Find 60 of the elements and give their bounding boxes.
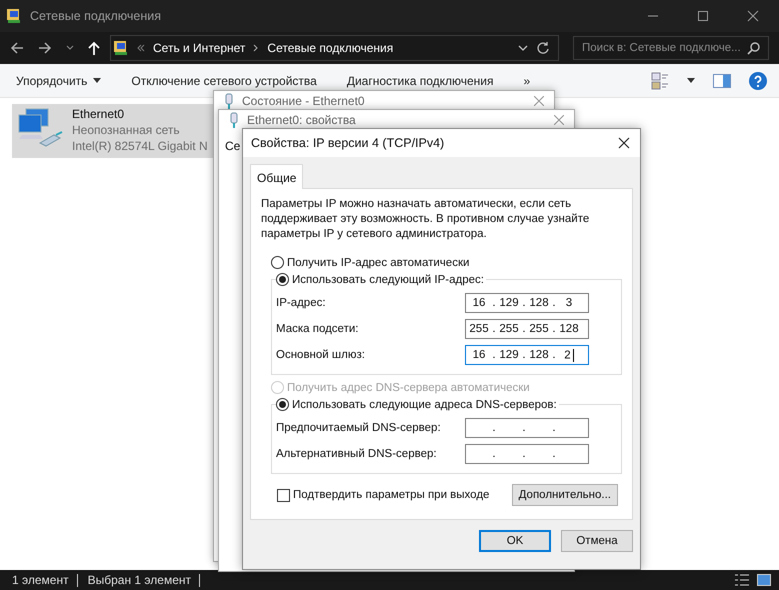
advanced-button[interactable]: Дополнительно...: [512, 484, 618, 506]
radio-option[interactable]: Получить IP-адрес автоматически: [271, 256, 470, 269]
ip-address-field[interactable]: 16 . 129 . 128 . 3: [465, 293, 589, 313]
chevron-down-icon[interactable]: [66, 45, 74, 51]
tab[interactable]: Се: [225, 139, 240, 153]
command-button[interactable]: Диагностика подключения: [346, 74, 494, 88]
caret-icon: [93, 78, 102, 83]
ip-address-field[interactable]: 16 . 129 . 128 . 2: [465, 345, 589, 365]
radio-option[interactable]: Использовать следующий IP-адрес:: [276, 273, 486, 286]
network-folder-icon: [113, 40, 129, 56]
field-label: Основной шлюз:: [276, 349, 365, 361]
intro-text: Параметры IP можно назначать автоматически, если сеть поддерживает эту возможность. В противном случае узнайте параметры IP у сетевого администратора.: [261, 197, 590, 242]
ok-button[interactable]: OK: [479, 530, 551, 552]
chevron-down-icon[interactable]: [518, 45, 528, 51]
back-arrow-icon[interactable]: [10, 41, 24, 55]
double-chevron-icon: [137, 44, 145, 52]
network-adapter-item[interactable]: Ethernet0 Неопознанная сеть Intel(R) 82574L Gigabit N: [12, 104, 216, 158]
refresh-icon[interactable]: [536, 41, 550, 55]
search-icon: [747, 42, 760, 54]
field-label: Предпочитаемый DNS-сервер:: [276, 422, 441, 434]
view-options-icon[interactable]: [651, 72, 669, 90]
ip-address-field[interactable]: . . .: [465, 444, 589, 464]
address-bar[interactable]: Сеть и Интернет Сетевые подключения: [110, 35, 559, 61]
command-button[interactable]: »: [524, 74, 530, 88]
dialog-title: Свойства: IP версии 4 (TCP/IPv4): [251, 136, 444, 150]
network-cable-icon: [229, 112, 239, 128]
cancel-button[interactable]: Отмена: [561, 530, 633, 552]
dialog-title: Состояние - Ethernet0: [242, 94, 365, 108]
network-cable-icon: [224, 92, 234, 108]
network-folder-icon: [6, 8, 22, 24]
chevron-right-icon: [253, 44, 260, 52]
field-label: IP-адрес:: [276, 297, 326, 309]
help-icon[interactable]: [749, 72, 767, 90]
forward-arrow-icon[interactable]: [38, 41, 52, 55]
ip-address-field[interactable]: 255 . 255 . 255 . 128: [465, 319, 589, 339]
organize-menu[interactable]: Упорядочить: [16, 74, 102, 88]
up-arrow-icon[interactable]: [88, 41, 100, 55]
breadcrumb[interactable]: Сеть и Интернет: [153, 41, 246, 55]
window-title: Сетевые подключения: [30, 9, 162, 23]
status-text: 1 элемент: [12, 573, 69, 587]
radio-option[interactable]: Использовать следующие адреса DNS-серверов:: [276, 398, 559, 411]
close-icon[interactable]: [747, 10, 759, 22]
validate-checkbox[interactable]: Подтвердить параметры при выходе: [277, 488, 490, 502]
breadcrumb[interactable]: Сетевые подключения: [267, 41, 394, 55]
details-view-icon[interactable]: [735, 574, 749, 586]
adapter-description: Intel(R) 82574L Gigabit N: [72, 139, 208, 153]
field-label: Маска подсети:: [276, 323, 358, 335]
search-field[interactable]: Поиск в: Сетевые подключе...: [573, 36, 769, 60]
close-icon[interactable]: [618, 137, 630, 149]
preview-pane-icon[interactable]: [713, 74, 731, 88]
dialog-title: Ethernet0: свойства: [247, 112, 356, 126]
tab[interactable]: Общие: [250, 164, 304, 189]
caret-icon[interactable]: [687, 78, 695, 83]
status-text: Выбран 1 элемент: [88, 573, 191, 587]
maximize-icon[interactable]: [697, 10, 709, 22]
field-label: Альтернативный DNS-сервер:: [276, 448, 437, 460]
command-button[interactable]: Отключение сетевого устройства: [131, 74, 317, 88]
network-status: Неопознанная сеть: [72, 123, 181, 137]
adapter-name: Ethernet0: [72, 107, 126, 121]
ip-address-field[interactable]: . . .: [465, 418, 589, 438]
